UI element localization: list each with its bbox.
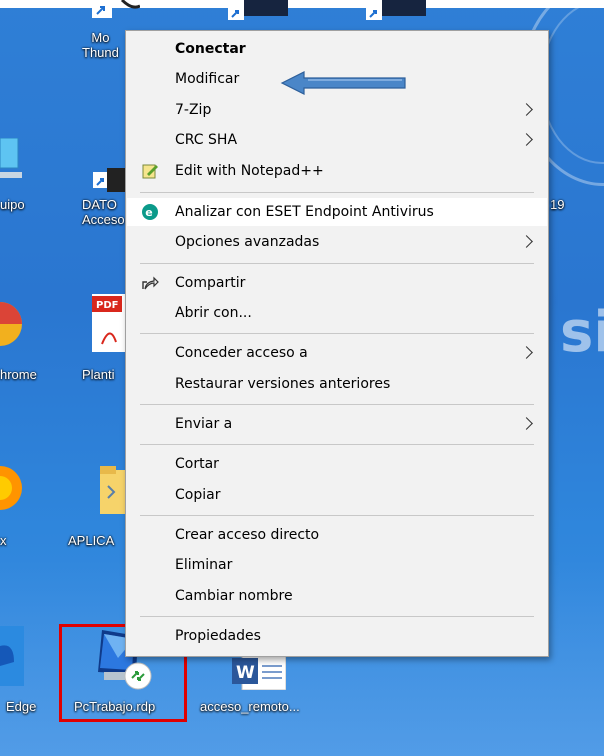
menu-item-eset[interactable]: e Analizar con ESET Endpoint Antivirus [127,198,547,226]
desktop-icon-label-edge[interactable]: Edge [6,699,36,714]
background-text: sid [560,300,604,365]
menu-item-label: Abrir con... [175,305,252,321]
menu-item-restaurar-versiones[interactable]: Restaurar versiones anteriores [127,370,547,398]
menu-item-label: Restaurar versiones anteriores [175,376,391,392]
menu-item-label: Conectar [175,41,246,57]
notepadpp-icon [142,164,158,179]
chevron-right-icon [520,235,533,248]
pdf-file-icon[interactable]: PDF [92,294,126,354]
context-menu: Conectar Modificar 7-Zip CRC SHA Edit wi… [125,30,549,657]
svg-text:W: W [236,663,255,683]
menu-item-opciones-avanzadas[interactable]: Opciones avanzadas [127,228,547,256]
menu-item-crc-sha[interactable]: CRC SHA [127,126,547,154]
shortcut-icon-datos[interactable] [93,168,125,192]
menu-item-7zip[interactable]: 7-Zip [127,96,547,124]
menu-item-label: 7-Zip [175,102,212,118]
firefox-icon[interactable] [0,462,22,514]
menu-separator [140,616,534,617]
menu-item-label: Crear acceso directo [175,527,320,543]
desktop-icon-label-datos[interactable]: DATO Acceso [82,197,125,227]
menu-item-label: Analizar con ESET Endpoint Antivirus [175,204,434,220]
menu-item-cortar[interactable]: Cortar [127,450,547,478]
chevron-right-icon [520,346,533,359]
menu-item-copiar[interactable]: Copiar [127,481,547,509]
menu-item-label: Edit with Notepad++ [175,163,324,179]
svg-text:PDF: PDF [96,300,118,311]
top-strip [0,0,604,8]
computer-icon[interactable] [0,138,22,182]
desktop-icon-label-19[interactable]: 19 [550,197,564,212]
menu-item-conceder-acceso[interactable]: Conceder acceso a [127,339,547,367]
menu-item-conectar[interactable]: Conectar [127,35,547,63]
menu-item-label: Modificar [175,71,240,87]
folder-icon[interactable] [100,466,126,516]
chevron-right-icon [520,417,533,430]
shortcut-icon-top-2[interactable] [228,0,288,22]
callout-arrow-icon [280,71,406,95]
desktop-icon-label-thunderbird[interactable]: Mo Thund [82,30,119,60]
menu-item-label: Compartir [175,275,246,291]
menu-item-eliminar[interactable]: Eliminar [127,551,547,579]
menu-item-label: Cortar [175,456,219,472]
menu-separator [140,192,534,193]
menu-item-label: Opciones avanzadas [175,234,320,250]
background-seal-inner [540,0,604,164]
menu-item-label: Propiedades [175,628,261,644]
menu-item-enviar-a[interactable]: Enviar a [127,410,547,438]
shortcut-icon-top-1[interactable] [92,0,140,22]
menu-separator [140,263,534,264]
menu-item-compartir[interactable]: Compartir [127,269,547,297]
svg-text:e: e [145,206,152,219]
shortcut-icon-top-3[interactable] [366,0,426,22]
desktop-icon-label-chrome[interactable]: hrome [0,367,37,382]
desktop-icon-label-firefox[interactable]: x [0,533,7,548]
menu-separator [140,333,534,334]
menu-separator [140,515,534,516]
menu-separator [140,444,534,445]
share-icon [142,276,159,290]
menu-item-label: Conceder acceso a [175,345,308,361]
chrome-icon[interactable] [0,296,22,352]
desktop-icon-label-aplica[interactable]: APLICA [68,533,114,548]
word-document-icon[interactable]: W [232,654,286,690]
menu-item-label: CRC SHA [175,132,238,148]
menu-separator [140,404,534,405]
menu-item-label: Eliminar [175,557,233,573]
menu-item-label: Copiar [175,487,221,503]
edge-icon[interactable] [0,626,24,686]
menu-item-abrir-con[interactable]: Abrir con... [127,299,547,327]
menu-item-propiedades[interactable]: Propiedades [127,622,547,650]
menu-item-label: Enviar a [175,416,233,432]
desktop-icon-label-plantilla[interactable]: Planti [82,367,115,382]
menu-item-notepadpp[interactable]: Edit with Notepad++ [127,157,547,185]
chevron-right-icon [520,133,533,146]
menu-item-label: Cambiar nombre [175,588,293,604]
menu-item-cambiar-nombre[interactable]: Cambiar nombre [127,582,547,610]
desktop-icon-label-acceso-remoto[interactable]: acceso_remoto... [200,699,300,714]
desktop-icon-label-equipo[interactable]: uipo [0,197,25,212]
menu-item-crear-acceso-directo[interactable]: Crear acceso directo [127,521,547,549]
chevron-right-icon [520,103,533,116]
eset-icon: e [142,204,158,220]
